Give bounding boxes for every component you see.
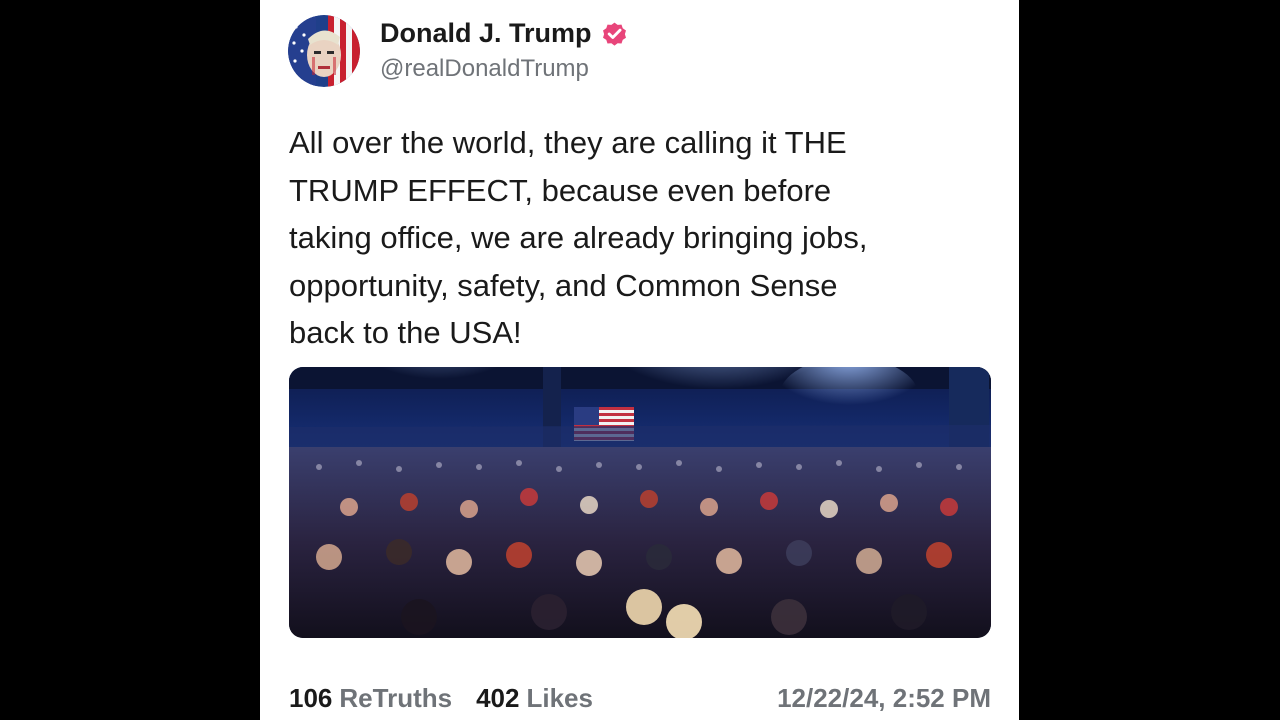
post-header: Donald J. Trump @realDonaldTrump (288, 15, 629, 87)
post-text: All over the world, they are calling it … (289, 125, 868, 350)
video-frame: Donald J. Trump @realDonaldTrump All ove… (0, 0, 1280, 720)
author-handle[interactable]: @realDonaldTrump (380, 52, 629, 86)
likes-label: Likes (526, 682, 593, 713)
retruths-stat[interactable]: 106 ReTruths (289, 683, 452, 714)
verified-badge-icon (602, 22, 626, 46)
display-name[interactable]: Donald J. Trump (380, 16, 592, 50)
post-stats: 106 ReTruths 402 Likes 12/22/24, 2:52 PM (289, 678, 991, 718)
retruths-label: ReTruths (339, 682, 453, 713)
retruths-count: 106 (289, 682, 333, 713)
author-names: Donald J. Trump @realDonaldTrump (380, 16, 629, 86)
likes-stat[interactable]: 402 Likes (476, 683, 593, 714)
rally-crowd-image (289, 367, 991, 638)
post-timestamp: 12/22/24, 2:52 PM (777, 682, 991, 713)
post-media-image[interactable] (289, 367, 991, 638)
likes-count: 402 (476, 682, 520, 713)
avatar[interactable] (288, 15, 360, 87)
post-card: Donald J. Trump @realDonaldTrump All ove… (260, 0, 1019, 720)
display-name-row: Donald J. Trump (380, 16, 629, 50)
avatar-image (288, 15, 360, 87)
